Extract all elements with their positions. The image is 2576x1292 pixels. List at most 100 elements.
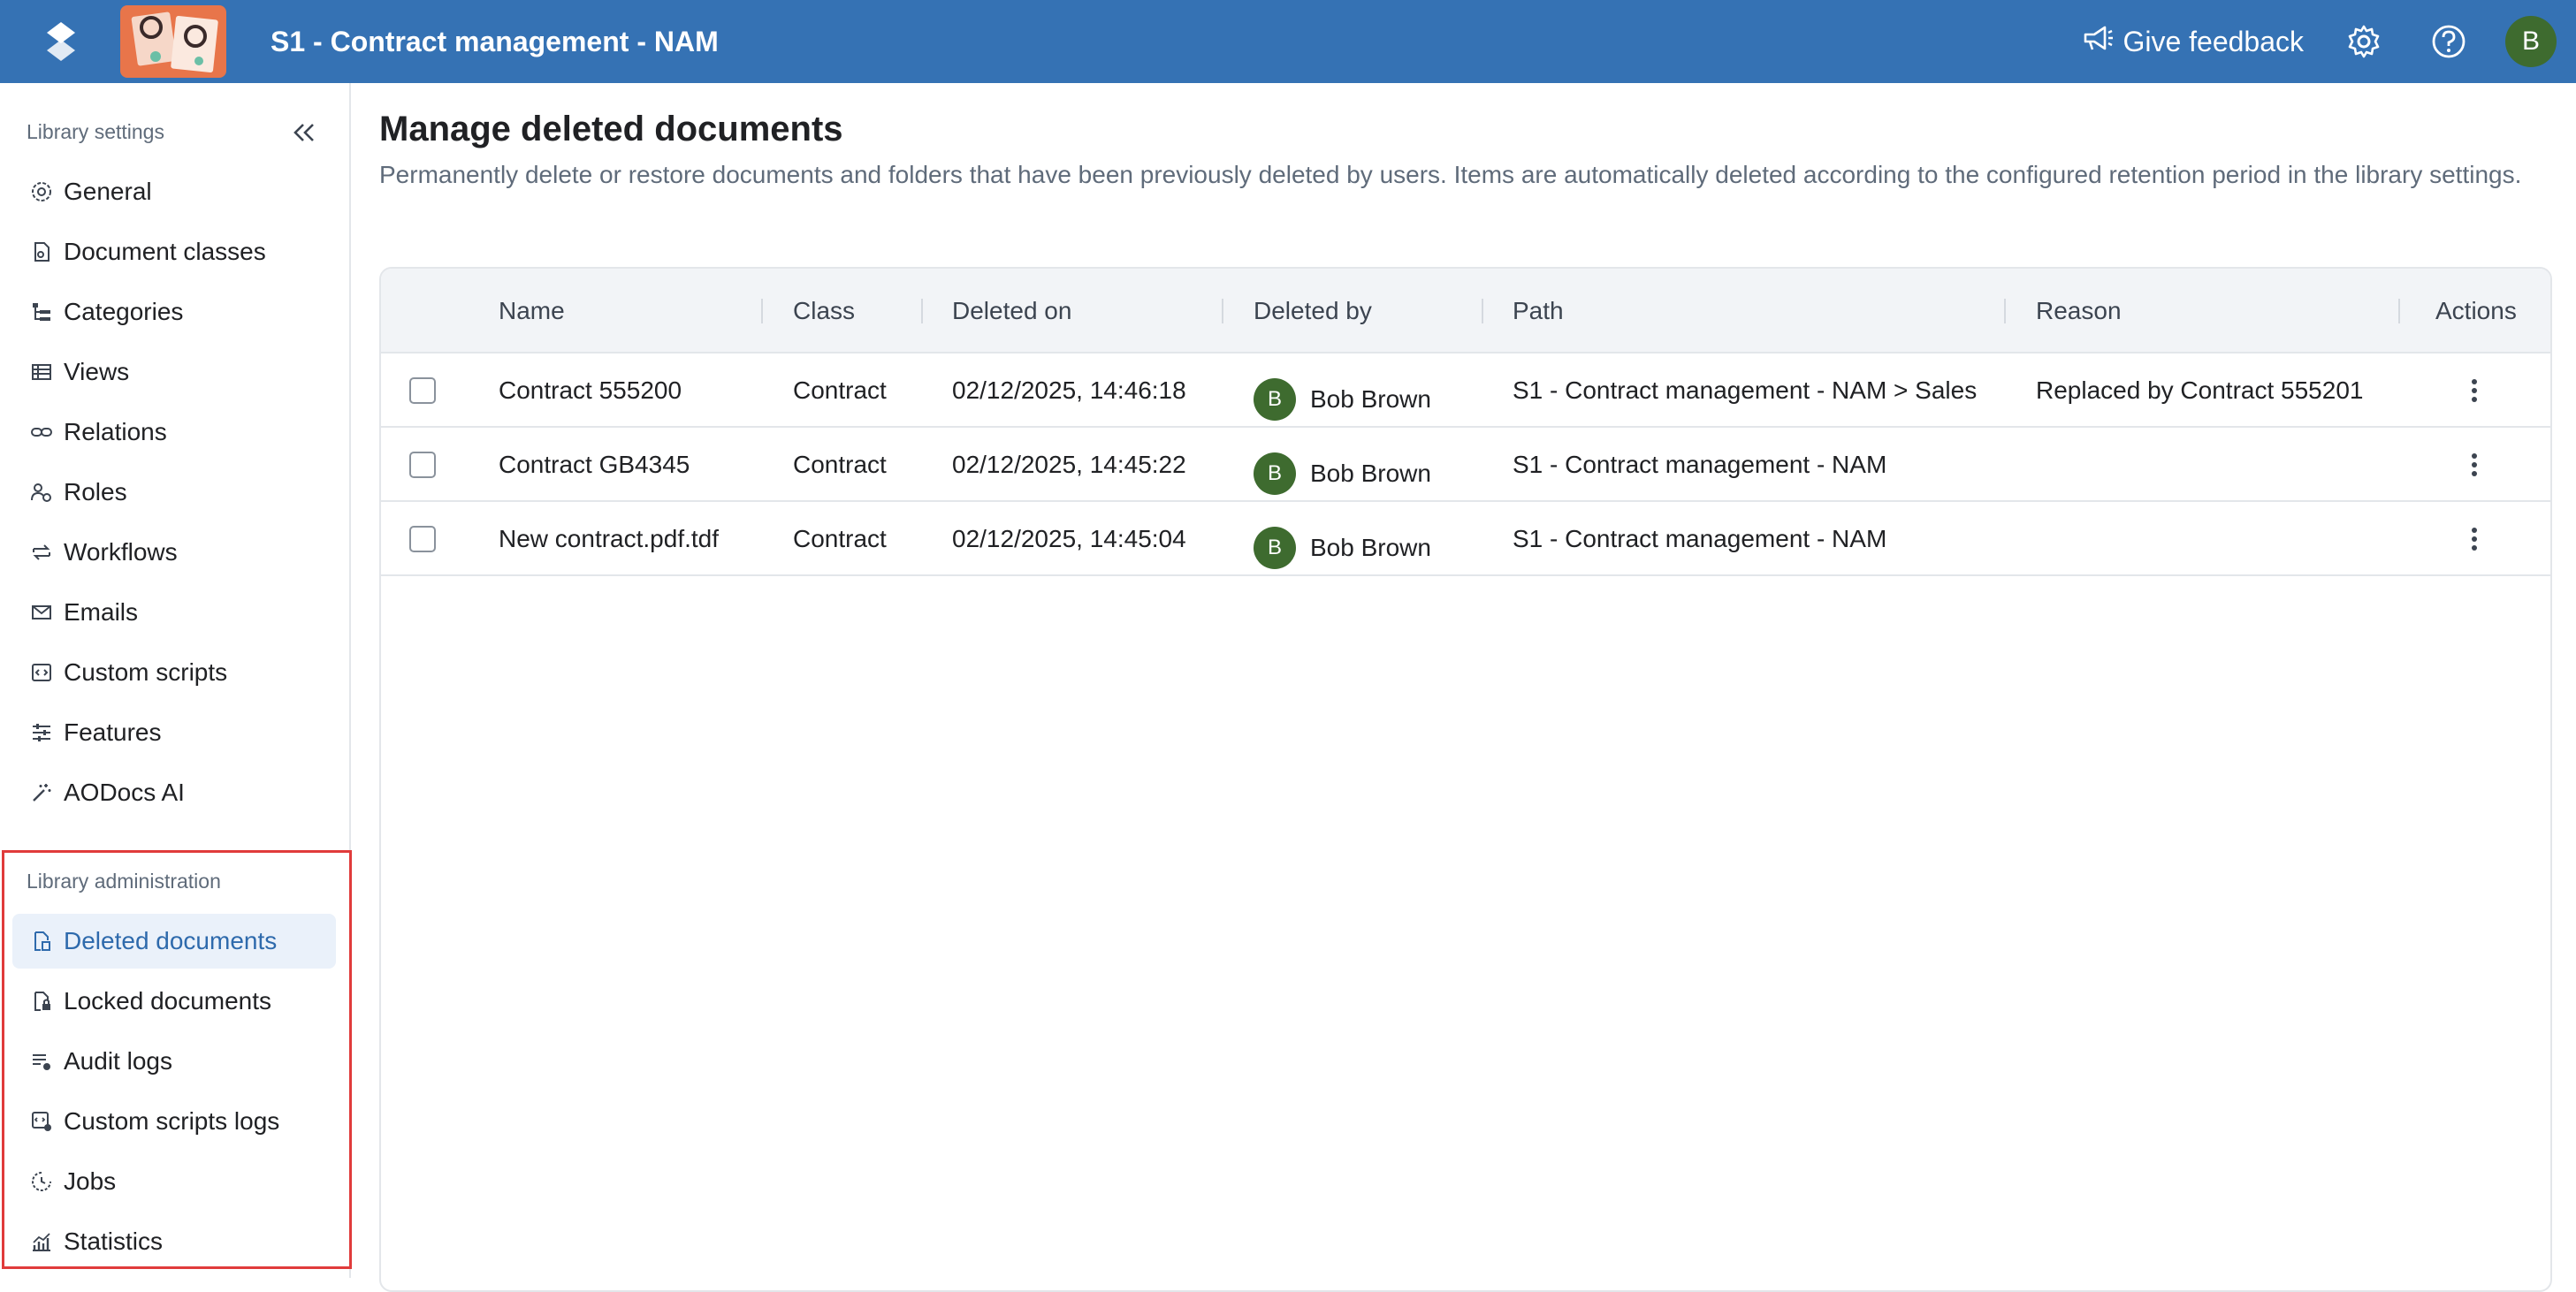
views-icon (28, 359, 55, 385)
table-row[interactable]: New contract.pdf.tdf Contract 02/12/2025… (381, 502, 2550, 576)
sidebar-item-features[interactable]: Features (12, 705, 336, 760)
document-path: S1 - Contract management - NAM (1513, 451, 1887, 478)
link-icon (28, 419, 55, 445)
megaphone-icon (2082, 24, 2123, 59)
row-checkbox[interactable] (409, 526, 436, 552)
document-name: New contract.pdf.tdf (499, 525, 720, 552)
sidebar-item-audit-logs[interactable]: Audit logs (12, 1034, 336, 1089)
sidebar-item-label: Roles (64, 478, 127, 505)
deletion-reason: Replaced by Contract 555201 (2036, 376, 2364, 404)
deleted-on: 02/12/2025, 14:46:18 (952, 376, 1186, 404)
column-header-reason[interactable]: Reason (2036, 269, 2122, 353)
magic-wand-icon (28, 779, 55, 806)
main-content: Manage deleted documents Permanently del… (353, 83, 2576, 1292)
sidebar-item-general[interactable]: General (12, 164, 336, 219)
deleted-on: 02/12/2025, 14:45:04 (952, 525, 1186, 552)
code-icon (28, 659, 55, 686)
row-checkbox[interactable] (409, 377, 436, 404)
give-feedback-label: Give feedback (2123, 25, 2304, 57)
sidebar-item-label: Custom scripts (64, 658, 228, 686)
user-avatar: B (1254, 527, 1296, 569)
sidebar-item-label: Emails (64, 598, 139, 626)
top-bar: S1 - Contract management - NAM Give feed… (0, 0, 2576, 83)
table-row[interactable]: Contract 555200 Contract 02/12/2025, 14:… (381, 353, 2550, 428)
page-description: Permanently delete or restore documents … (379, 161, 2522, 188)
user-name: Bob Brown (1310, 460, 1431, 487)
deleted-on: 02/12/2025, 14:45:22 (952, 451, 1186, 478)
document-path: S1 - Contract management - NAM (1513, 525, 1887, 552)
document-name: Contract GB4345 (499, 451, 690, 478)
page-title: Manage deleted documents (379, 110, 843, 148)
table-row[interactable]: Contract GB4345 Contract 02/12/2025, 14:… (381, 428, 2550, 502)
user-name: Bob Brown (1310, 385, 1431, 413)
gear-icon (28, 179, 55, 205)
table-header: Name Class Deleted on Deleted by Path Re… (381, 269, 2550, 353)
more-actions-icon[interactable] (2457, 373, 2492, 408)
column-header-class[interactable]: Class (793, 269, 855, 353)
sidebar-item-label: Relations (64, 418, 167, 445)
column-header-deleted-on[interactable]: Deleted on (952, 269, 1071, 353)
categories-icon (28, 299, 55, 325)
roles-icon (28, 479, 55, 505)
sidebar-item-label: Jobs (64, 1167, 117, 1195)
sidebar-item-custom-scripts-logs[interactable]: Custom scripts logs (12, 1094, 336, 1149)
row-checkbox[interactable] (409, 452, 436, 478)
sidebar-item-label: AODocs AI (64, 779, 185, 806)
sidebar-item-categories[interactable]: Categories (12, 285, 336, 339)
column-header-actions: Actions (2435, 297, 2517, 324)
script-log-icon (28, 1108, 55, 1135)
sidebar-item-roles[interactable]: Roles (12, 465, 336, 520)
jobs-icon (28, 1168, 55, 1195)
sidebar-item-label: Workflows (64, 538, 178, 566)
settings-gear-icon[interactable] (2343, 20, 2385, 63)
document-class: Contract (793, 525, 887, 552)
sidebar-item-jobs[interactable]: Jobs (12, 1154, 336, 1209)
document-class: Contract (793, 376, 887, 404)
sidebar-item-statistics[interactable]: Statistics (12, 1214, 336, 1269)
document-class-icon (28, 239, 55, 265)
sidebar-item-label: Custom scripts logs (64, 1107, 280, 1135)
sidebar-item-aodocs-ai[interactable]: AODocs AI (12, 765, 336, 820)
help-icon[interactable] (2427, 20, 2470, 63)
column-header-path[interactable]: Path (1513, 269, 1564, 353)
sidebar-item-label: General (64, 178, 152, 205)
user-avatar: B (1254, 378, 1296, 421)
sidebar-item-label: Views (64, 358, 130, 385)
sidebar-item-document-classes[interactable]: Document classes (12, 224, 336, 279)
sidebar: Library settings General Document classe… (0, 83, 352, 1278)
deleted-by: B Bob Brown (1254, 362, 1431, 437)
sidebar-item-deleted-documents[interactable]: Deleted documents (12, 914, 336, 969)
deleted-document-icon (28, 928, 55, 954)
library-administration-heading: Library administration (27, 870, 221, 893)
document-name: Contract 555200 (499, 376, 682, 404)
sidebar-item-label: Categories (64, 298, 184, 325)
column-header-deleted-by[interactable]: Deleted by (1254, 269, 1372, 353)
library-settings-heading: Library settings (27, 120, 164, 143)
audit-log-icon (28, 1048, 55, 1075)
statistics-icon (28, 1228, 55, 1255)
sidebar-item-relations[interactable]: Relations (12, 405, 336, 460)
user-avatar[interactable]: B (2505, 16, 2557, 67)
library-title: S1 - Contract management - NAM (271, 25, 719, 57)
sidebar-item-emails[interactable]: Emails (12, 585, 336, 640)
sidebar-item-custom-scripts[interactable]: Custom scripts (12, 645, 336, 700)
library-thumbnail (120, 5, 226, 78)
deleted-by: B Bob Brown (1254, 437, 1431, 511)
sidebar-item-workflows[interactable]: Workflows (12, 525, 336, 580)
sidebar-item-locked-documents[interactable]: Locked documents (12, 974, 336, 1029)
give-feedback-button[interactable]: Give feedback (2082, 24, 2304, 59)
app-logo-icon[interactable] (30, 0, 92, 83)
document-class: Contract (793, 451, 887, 478)
collapse-sidebar-icon[interactable] (286, 115, 322, 150)
column-header-name[interactable]: Name (499, 269, 565, 353)
sliders-icon (28, 719, 55, 746)
sidebar-item-label: Statistics (64, 1227, 164, 1255)
locked-document-icon (28, 988, 55, 1015)
sidebar-item-label: Document classes (64, 238, 266, 265)
user-name: Bob Brown (1310, 534, 1431, 561)
document-path: S1 - Contract management - NAM > Sales (1513, 376, 1978, 404)
deleted-by: B Bob Brown (1254, 511, 1431, 585)
sidebar-item-views[interactable]: Views (12, 345, 336, 399)
more-actions-icon[interactable] (2457, 521, 2492, 557)
more-actions-icon[interactable] (2457, 447, 2492, 483)
